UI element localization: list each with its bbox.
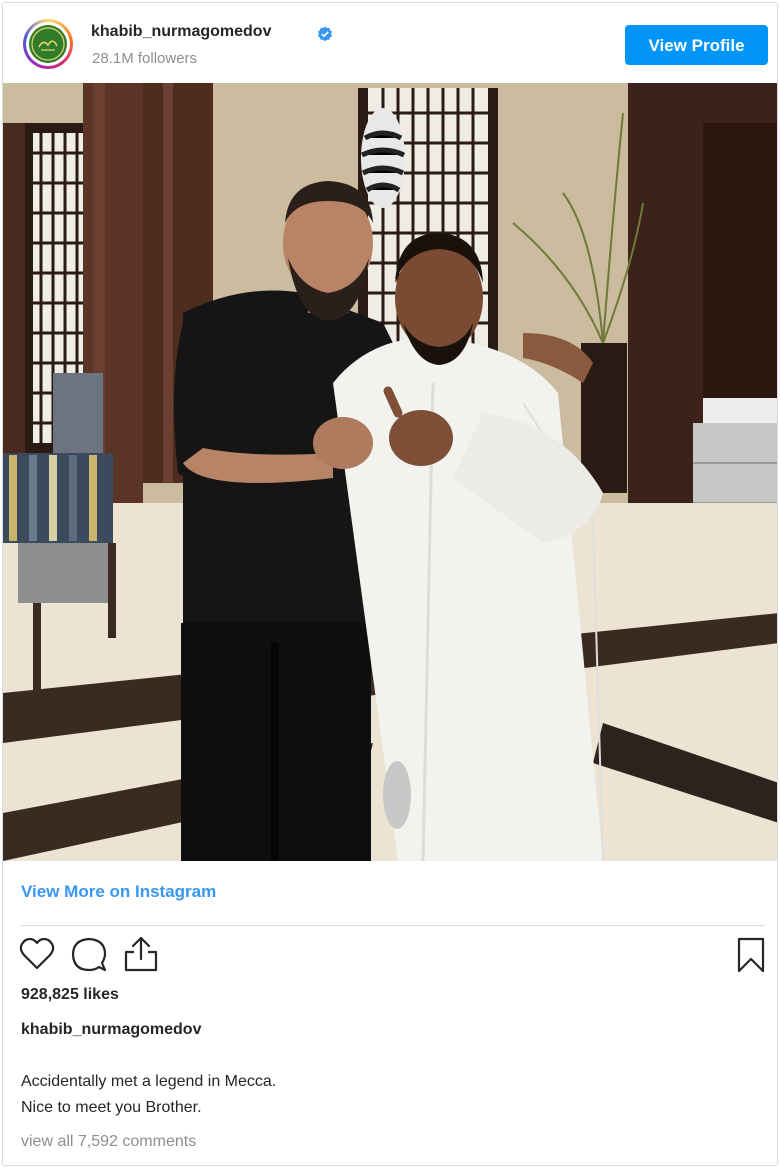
share-icon[interactable] [123, 935, 159, 973]
follower-count: 28.1M followers [92, 50, 198, 67]
comment-icon[interactable] [71, 937, 107, 973]
view-profile-button[interactable]: View Profile [625, 25, 768, 65]
photo-illustration [3, 83, 777, 861]
divider [21, 925, 765, 926]
profile-avatar[interactable] [23, 19, 73, 69]
caption-line-1: Accidentally met a legend in Mecca. [21, 1073, 277, 1090]
bookmark-icon[interactable] [736, 937, 766, 973]
view-all-comments-link[interactable]: view all 7,592 comments [21, 1133, 196, 1151]
caption-username[interactable]: khabib_nurmagomedov [21, 1021, 201, 1039]
post-photo[interactable] [3, 83, 777, 861]
verified-badge-icon [318, 26, 332, 42]
header-username[interactable]: khabib_nurmagomedov [91, 23, 271, 41]
caption-line-2: Nice to meet you Brother. [21, 1099, 202, 1116]
instagram-embed-card: khabib_nurmagomedov 28.1M followers View… [2, 2, 778, 1166]
view-more-on-instagram-link[interactable]: View More on Instagram [21, 882, 216, 902]
heart-icon[interactable] [19, 937, 55, 971]
like-count[interactable]: 928,825 likes [21, 986, 119, 1004]
post-header: khabib_nurmagomedov 28.1M followers View… [3, 3, 777, 83]
